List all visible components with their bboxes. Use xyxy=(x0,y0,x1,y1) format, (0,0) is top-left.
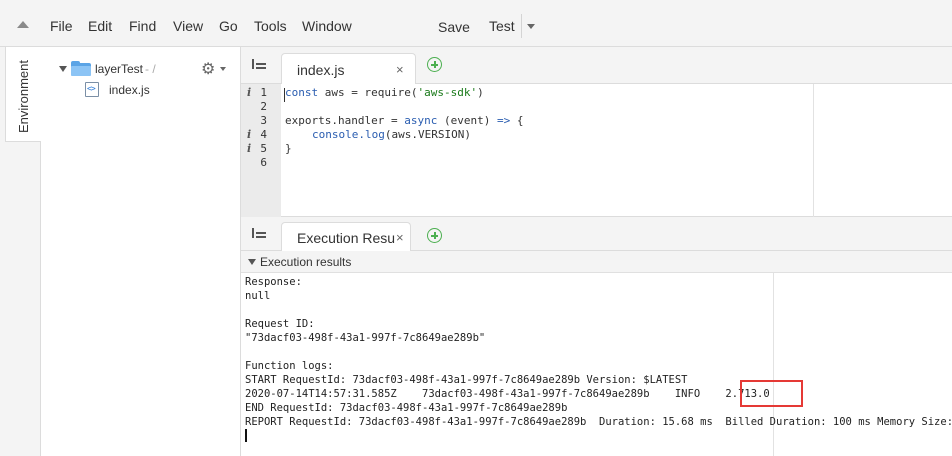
execution-results-header[interactable]: Execution results xyxy=(241,251,952,273)
close-icon[interactable]: × xyxy=(396,230,404,245)
menu-go[interactable]: Go xyxy=(219,18,238,34)
output-line: Request ID: xyxy=(245,318,315,330)
gutter-line: i1 xyxy=(247,86,267,99)
output-line: Function logs: xyxy=(245,360,334,372)
code-line-3: exports.handler = async (event) => { xyxy=(285,114,524,127)
test-button[interactable]: Test xyxy=(489,18,515,34)
info-icon: i xyxy=(247,128,252,141)
info-icon: i xyxy=(247,142,252,155)
output-line: 2020-07-14T14:57:31.585Z 73dacf03-498f-4… xyxy=(245,388,770,400)
editor-tab-bar: index.js × xyxy=(241,47,952,85)
menu-view[interactable]: View xyxy=(173,18,203,34)
menu-separator xyxy=(521,14,522,38)
code-line-5: } xyxy=(285,142,292,155)
line-gutter: i1 2 3 i4 i5 6 xyxy=(241,84,281,217)
tab-index-js[interactable]: index.js × xyxy=(281,53,416,85)
results-tab-bar: Execution Result × xyxy=(241,217,952,252)
tab-execution-results-label: Execution Result xyxy=(297,230,395,246)
code-line-4: console.log(aws.VERSION) xyxy=(312,128,471,141)
menu-find[interactable]: Find xyxy=(129,18,156,34)
tab-execution-results[interactable]: Execution Result × xyxy=(281,222,411,252)
close-icon[interactable]: × xyxy=(396,62,404,77)
add-tab-icon[interactable] xyxy=(427,57,442,72)
tab-environment-label: Environment xyxy=(16,60,31,133)
menu-tools[interactable]: Tools xyxy=(254,18,287,34)
output-line: END RequestId: 73dacf03-498f-43a1-997f-7… xyxy=(245,402,568,414)
collapse-menu-icon[interactable] xyxy=(17,21,29,28)
code-editor[interactable]: i1 2 3 i4 i5 6 const aws = require('aws-… xyxy=(241,84,952,217)
gear-icon[interactable]: ⚙ xyxy=(201,59,215,79)
gutter-line: i5 xyxy=(247,142,267,155)
collapse-caret-icon[interactable] xyxy=(248,259,256,265)
side-tab-strip: Environment xyxy=(0,47,41,456)
tree-folder-name[interactable]: layerTest xyxy=(95,62,143,76)
expand-caret-icon[interactable] xyxy=(59,66,67,72)
tree-folder-path: - / xyxy=(145,62,156,76)
pane-menu-icon[interactable] xyxy=(252,228,266,239)
folder-icon xyxy=(71,61,91,76)
save-button[interactable]: Save xyxy=(438,19,470,35)
version-highlight-box xyxy=(740,380,803,407)
execution-results-title: Execution results xyxy=(260,255,352,269)
info-icon: i xyxy=(247,86,252,99)
menu-window[interactable]: Window xyxy=(302,18,352,34)
output-line: START RequestId: 73dacf03-498f-43a1-997f… xyxy=(245,374,688,386)
tree-file-index-js[interactable]: index.js xyxy=(109,83,150,97)
tab-environment[interactable]: Environment xyxy=(5,47,41,142)
output-line: REPORT RequestId: 73dacf03-498f-43a1-997… xyxy=(245,416,952,428)
gear-dropdown-icon[interactable] xyxy=(220,67,226,71)
gutter-line: 6 xyxy=(260,156,267,169)
print-margin xyxy=(813,84,814,217)
menu-bar: File Edit Find View Go Tools Window Save… xyxy=(0,0,952,47)
output-line: Response: xyxy=(245,276,302,288)
tab-index-js-label: index.js xyxy=(297,62,345,78)
pane-menu-icon[interactable] xyxy=(252,59,266,70)
add-tab-icon[interactable] xyxy=(427,228,442,243)
menu-file[interactable]: File xyxy=(50,18,73,34)
execution-output[interactable]: Response: null Request ID: "73dacf03-498… xyxy=(241,273,952,456)
file-tree: layerTest - / ⚙ index.js xyxy=(41,47,241,456)
menu-edit[interactable]: Edit xyxy=(88,18,112,34)
js-file-icon xyxy=(85,82,99,97)
output-line: null xyxy=(245,290,271,302)
code-line-1: const aws = require('aws-sdk') xyxy=(285,86,484,99)
gutter-line: 2 xyxy=(260,100,267,113)
text-cursor xyxy=(245,429,247,442)
test-dropdown-icon[interactable] xyxy=(527,24,535,29)
gutter-line: i4 xyxy=(247,128,267,141)
output-line: "73dacf03-498f-43a1-997f-7c8649ae289b" xyxy=(245,332,486,344)
gutter-line: 3 xyxy=(260,114,267,127)
